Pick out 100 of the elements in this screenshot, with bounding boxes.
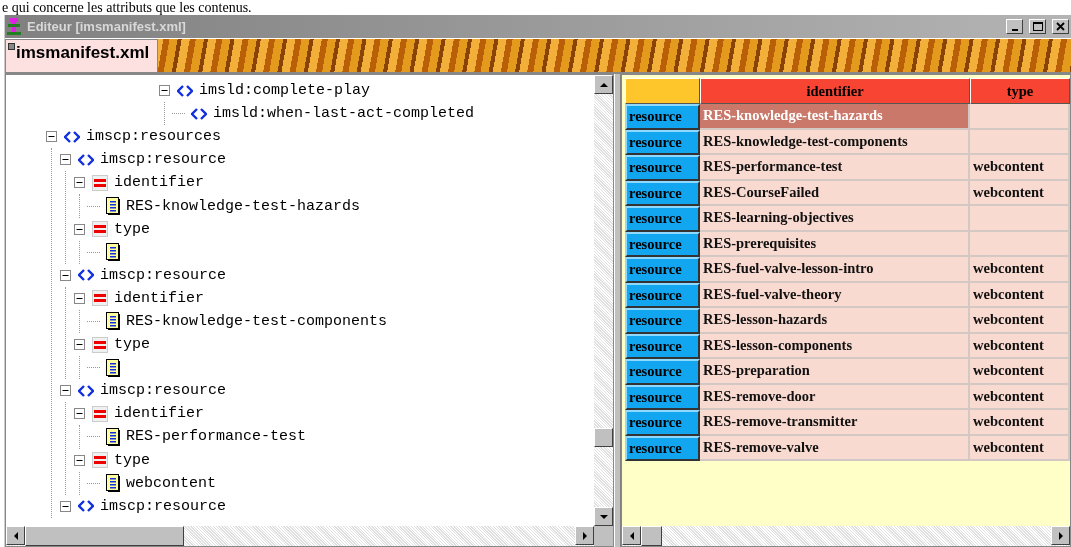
element-node[interactable]: imsld:when-last-act-completed bbox=[213, 105, 475, 123]
row-header[interactable]: resource bbox=[625, 257, 700, 283]
row-header[interactable]: resource bbox=[625, 155, 700, 181]
table-cell: RES-preparation bbox=[700, 359, 970, 385]
table-cell: RES-CourseFailed bbox=[700, 180, 970, 206]
document-icon bbox=[106, 474, 120, 493]
table-cell: webcontent bbox=[970, 333, 1070, 359]
scroll-left-button[interactable] bbox=[6, 526, 25, 545]
collapse-icon[interactable] bbox=[59, 154, 71, 166]
app-icon bbox=[7, 17, 21, 36]
table-cell: webcontent bbox=[970, 155, 1070, 181]
caption-text: e qui concerne les attributs que les contenus. bbox=[1, 0, 253, 15]
row-header[interactable]: resource bbox=[625, 129, 700, 155]
element-node[interactable]: imsld:complete-play bbox=[199, 82, 371, 100]
table-cell: RES-lesson-hazards bbox=[700, 308, 970, 334]
scroll-left-button[interactable] bbox=[622, 526, 641, 545]
row-header[interactable]: resource bbox=[625, 308, 700, 334]
column-header[interactable]: identifier bbox=[700, 78, 970, 104]
angle-brackets-icon bbox=[177, 84, 193, 97]
attribute-node[interactable]: identifier bbox=[114, 405, 204, 423]
maximize-button[interactable] bbox=[1029, 19, 1046, 34]
splitter-bar[interactable] bbox=[614, 74, 621, 547]
table-cell: webcontent bbox=[970, 410, 1070, 436]
row-header[interactable]: resource bbox=[625, 435, 700, 461]
vertical-scrollbar[interactable] bbox=[594, 75, 613, 526]
row-header[interactable]: resource bbox=[625, 410, 700, 436]
column-header[interactable]: type bbox=[970, 78, 1070, 104]
collapse-icon[interactable] bbox=[73, 292, 85, 304]
text-node[interactable]: RES-knowledge-test-components bbox=[126, 313, 388, 330]
equals-icon bbox=[92, 174, 108, 191]
file-tab[interactable]: imsmanifest.xml bbox=[5, 39, 159, 72]
document-icon bbox=[106, 312, 120, 331]
minimize-button[interactable] bbox=[1006, 19, 1023, 34]
table-cell: webcontent bbox=[970, 257, 1070, 283]
collapse-icon[interactable] bbox=[59, 269, 71, 281]
row-header[interactable]: resource bbox=[625, 359, 700, 385]
attribute-node[interactable]: type bbox=[114, 451, 150, 469]
document-icon bbox=[106, 358, 120, 377]
maximize-icon bbox=[1032, 22, 1043, 31]
table-cell: RES-remove-transmitter bbox=[700, 410, 970, 436]
text-node[interactable]: RES-performance-test bbox=[126, 428, 307, 446]
attribute-node[interactable]: identifier bbox=[114, 174, 204, 192]
table-cell: RES-remove-door bbox=[700, 384, 970, 410]
element-node[interactable]: imscp:resources bbox=[86, 128, 222, 146]
row-header[interactable]: resource bbox=[625, 180, 700, 206]
table-cell: webcontent bbox=[970, 308, 1070, 334]
collapse-icon[interactable] bbox=[59, 500, 71, 512]
window-title: Editeur [imsmanifest.xml] bbox=[27, 19, 187, 34]
row-header[interactable]: resource bbox=[625, 282, 700, 308]
angle-brackets-icon bbox=[191, 107, 207, 120]
scroll-right-button[interactable] bbox=[1051, 526, 1070, 545]
row-header[interactable]: resource bbox=[625, 206, 700, 232]
scroll-down-button[interactable] bbox=[594, 507, 613, 526]
row-header[interactable]: resource bbox=[625, 104, 700, 130]
document-icon bbox=[106, 427, 120, 446]
attribute-node[interactable]: identifier bbox=[114, 289, 204, 307]
scroll-right-button[interactable] bbox=[575, 526, 594, 545]
attribute-node[interactable]: type bbox=[114, 220, 150, 238]
document-icon bbox=[106, 197, 120, 215]
table-cell: RES-learning-objectives bbox=[700, 206, 970, 232]
table-cell: webcontent bbox=[970, 180, 1070, 206]
table-cell: webcontent bbox=[970, 384, 1070, 410]
text-node[interactable]: webcontent bbox=[126, 474, 216, 492]
collapse-icon[interactable] bbox=[158, 85, 170, 97]
collapse-icon[interactable] bbox=[73, 454, 85, 466]
collapse-icon[interactable] bbox=[73, 408, 85, 420]
close-button[interactable] bbox=[1052, 19, 1069, 34]
collapse-icon[interactable] bbox=[73, 339, 85, 351]
document-icon bbox=[106, 243, 120, 262]
angle-brackets-icon bbox=[78, 500, 94, 513]
equals-icon bbox=[92, 336, 108, 353]
collapse-icon[interactable] bbox=[73, 177, 85, 189]
element-node[interactable]: imscp:resource bbox=[100, 382, 227, 400]
row-header[interactable]: resource bbox=[625, 384, 700, 410]
scrollbar-corner bbox=[594, 526, 613, 546]
scroll-up-button[interactable] bbox=[594, 75, 613, 94]
text-node[interactable]: RES-knowledge-test-hazards bbox=[126, 197, 361, 215]
table-cell: RES-knowledge-test-components bbox=[700, 129, 970, 155]
element-node[interactable]: imscp:resource bbox=[100, 151, 227, 169]
square-icon bbox=[8, 43, 15, 50]
collapse-icon[interactable] bbox=[59, 385, 71, 397]
angle-brackets-icon bbox=[78, 384, 94, 397]
angle-brackets-icon bbox=[78, 269, 94, 282]
element-node[interactable]: imscp:resource bbox=[100, 497, 227, 515]
horizontal-scrollbar[interactable] bbox=[622, 526, 1070, 546]
equals-icon bbox=[92, 221, 108, 238]
scroll-thumb[interactable] bbox=[641, 526, 662, 546]
collapse-icon[interactable] bbox=[45, 131, 57, 143]
horizontal-scrollbar[interactable] bbox=[6, 526, 613, 546]
element-node[interactable]: imscp:resource bbox=[100, 266, 227, 284]
angle-brackets-icon bbox=[64, 130, 80, 143]
row-header[interactable]: resource bbox=[625, 333, 700, 359]
attribute-node[interactable]: type bbox=[114, 336, 150, 354]
scroll-thumb[interactable] bbox=[594, 427, 613, 447]
minimize-icon bbox=[1011, 28, 1018, 31]
table-cell: RES-fuel-valve-theory bbox=[700, 282, 970, 308]
scroll-thumb[interactable] bbox=[25, 526, 184, 546]
table-cell: RES-performance-test bbox=[700, 155, 970, 181]
row-header[interactable]: resource bbox=[625, 231, 700, 257]
collapse-icon[interactable] bbox=[73, 223, 85, 235]
